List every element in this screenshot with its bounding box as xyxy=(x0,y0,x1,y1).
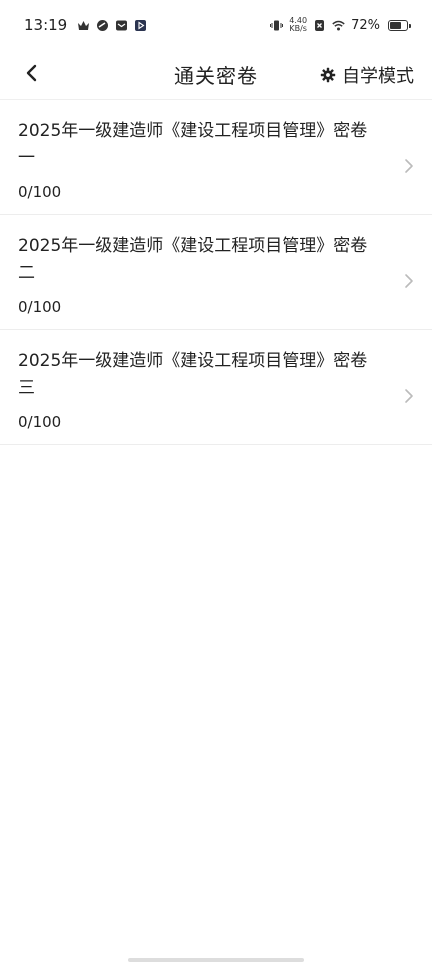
exam-title: 2025年一级建造师《建设工程项目管理》密卷一 xyxy=(18,121,368,168)
battery-icon xyxy=(388,19,411,31)
page-title: 通关密卷 xyxy=(174,64,258,88)
exam-list-item[interactable]: 2025年一级建造师《建设工程项目管理》密卷一 0/100 xyxy=(0,100,432,215)
exam-title: 2025年一级建造师《建设工程项目管理》密卷三 xyxy=(18,351,368,398)
chevron-right-icon xyxy=(404,388,414,404)
home-indicator[interactable] xyxy=(128,958,304,962)
battery-percent: 72% xyxy=(351,17,380,33)
exam-list: 2025年一级建造师《建设工程项目管理》密卷一 0/100 2025年一级建造师… xyxy=(0,100,432,445)
status-time: 13:19 xyxy=(24,16,68,34)
status-left: 13:19 xyxy=(24,16,147,34)
back-button[interactable] xyxy=(18,61,46,89)
exam-title: 2025年一级建造师《建设工程项目管理》密卷二 xyxy=(18,236,368,283)
chevron-right-icon xyxy=(404,158,414,174)
battery-fill xyxy=(390,21,401,29)
net-speed-unit: KB/s xyxy=(289,24,307,33)
chevron-left-icon xyxy=(25,63,39,87)
no-sim-icon xyxy=(313,19,326,32)
exam-score: 0/100 xyxy=(18,413,62,431)
status-bar: 13:19 4.40 KB/s 72% xyxy=(0,0,432,50)
screen: 13:19 4.40 KB/s 72% 通关密卷 自学模式 2025年一级建造师… xyxy=(0,0,432,964)
net-speed: 4.40 KB/s xyxy=(289,17,307,33)
header: 通关密卷 自学模式 xyxy=(0,50,432,100)
crown-icon xyxy=(77,19,90,32)
self-study-mode-button[interactable]: 自学模式 xyxy=(320,61,414,89)
exam-list-item[interactable]: 2025年一级建造师《建设工程项目管理》密卷二 0/100 xyxy=(0,215,432,330)
gear-icon xyxy=(320,67,336,83)
vibrate-icon xyxy=(270,19,284,32)
play-icon xyxy=(134,19,147,32)
exam-list-item[interactable]: 2025年一级建造师《建设工程项目管理》密卷三 0/100 xyxy=(0,330,432,445)
mail-icon xyxy=(115,19,128,32)
app-icon xyxy=(96,19,109,32)
wifi-icon xyxy=(332,19,345,32)
exam-score: 0/100 xyxy=(18,183,62,201)
chevron-right-icon xyxy=(404,273,414,289)
status-right: 4.40 KB/s 72% xyxy=(270,17,411,33)
exam-score: 0/100 xyxy=(18,298,62,316)
self-study-label: 自学模式 xyxy=(342,66,414,87)
